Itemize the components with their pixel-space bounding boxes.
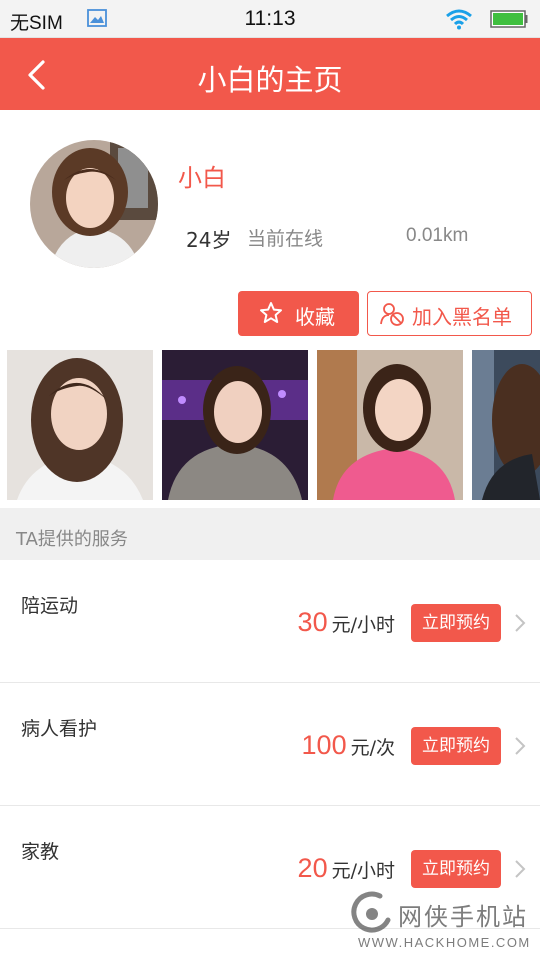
photo-4[interactable] (472, 350, 540, 500)
price-amount: 30 (297, 607, 328, 637)
blacklist-button[interactable]: 加入黑名单 (367, 291, 532, 336)
price-unit: 元/次 (350, 737, 395, 759)
service-price: 20 元/小时 (298, 853, 395, 884)
blacklist-label: 加入黑名单 (412, 305, 512, 329)
service-name: 陪运动 (21, 595, 79, 617)
profile-name: 小白 (178, 164, 226, 192)
profile-age: 24岁 (186, 228, 232, 252)
watermark-url: WWW.HACKHOME.COM (358, 935, 531, 950)
nav-header: 小白的主页 (0, 38, 540, 110)
page-title: 小白的主页 (197, 63, 343, 97)
avatar (30, 140, 158, 268)
section-title: TA提供的服务 (16, 529, 128, 550)
services-section-header: TA提供的服务 (0, 508, 540, 560)
chevron-right-icon[interactable] (514, 736, 526, 756)
battery-icon (490, 10, 528, 28)
price-unit: 元/小时 (331, 860, 395, 882)
distance: 0.01km (406, 225, 469, 246)
wifi-icon (446, 9, 472, 30)
online-status: 当前在线 (247, 228, 324, 250)
photo-2[interactable] (162, 350, 308, 500)
service-name: 家教 (21, 841, 60, 863)
photo-1[interactable] (7, 350, 153, 500)
price-unit: 元/小时 (331, 614, 395, 636)
book-now-button[interactable]: 立即预约 (411, 727, 501, 765)
price-amount: 100 (301, 730, 347, 760)
status-bar: 无SIM 11:13 (0, 0, 540, 38)
chevron-right-icon[interactable] (514, 859, 526, 879)
watermark-name: 网侠手机站 (398, 903, 528, 931)
service-price: 100 元/次 (302, 730, 395, 761)
watermark-logo-icon (351, 891, 391, 933)
user-block-icon (380, 303, 404, 326)
service-row[interactable]: 陪运动 30 元/小时 立即预约 (0, 561, 540, 683)
price-amount: 20 (297, 853, 328, 883)
chevron-right-icon[interactable] (514, 613, 526, 633)
service-price: 30 元/小时 (298, 607, 395, 638)
service-name: 病人看护 (21, 718, 98, 740)
star-icon (260, 302, 282, 323)
favorite-button[interactable]: 收藏 (238, 291, 359, 336)
service-row[interactable]: 病人看护 100 元/次 立即预约 (0, 684, 540, 806)
book-now-button[interactable]: 立即预约 (411, 604, 501, 642)
book-now-button[interactable]: 立即预约 (411, 850, 501, 888)
favorite-label: 收藏 (295, 305, 335, 329)
photo-3[interactable] (317, 350, 463, 500)
